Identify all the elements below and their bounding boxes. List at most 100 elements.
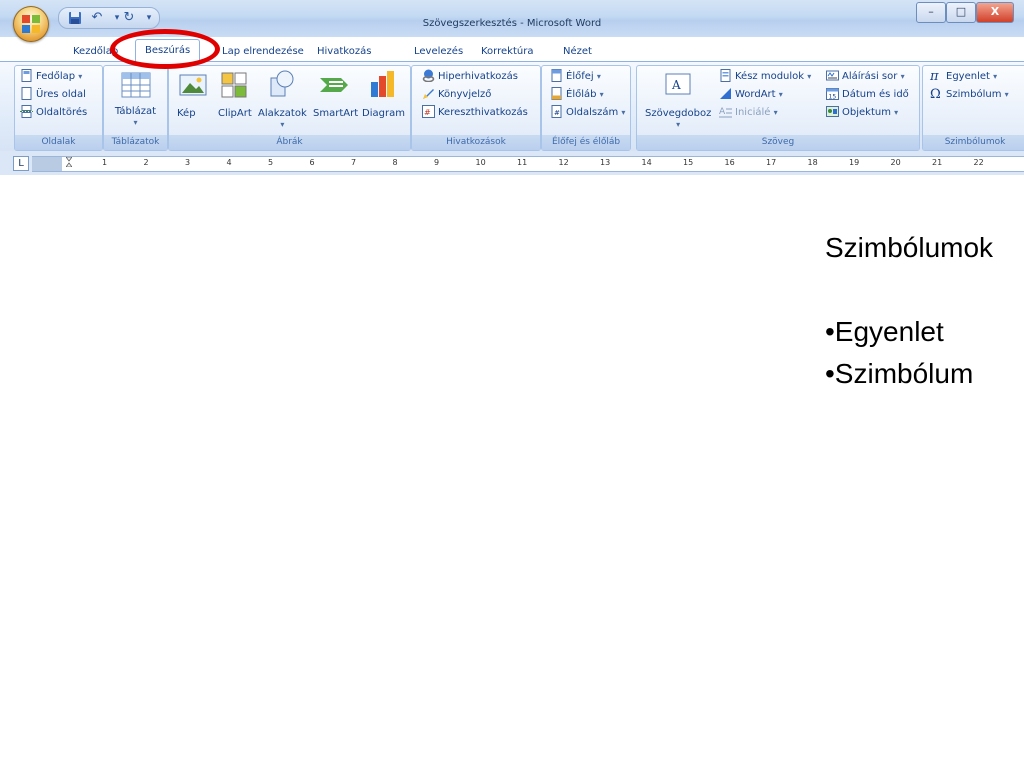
group-hivatkozasok: Hiperhivatkozás Könyvjelző # Kereszthivat…: [411, 65, 541, 151]
clipart-button[interactable]: ClipArt: [218, 108, 252, 119]
group-label-szoveg: Szöveg: [637, 135, 919, 150]
svg-text:#: #: [424, 108, 431, 117]
diagram-button[interactable]: Diagram: [362, 108, 405, 119]
oldaltores-label: Oldaltörés: [36, 107, 88, 118]
tab-levelezes[interactable]: Levelezés: [414, 43, 463, 61]
group-label-hivatkozasok: Hivatkozások: [412, 135, 540, 150]
smartart-button[interactable]: SmartArt: [313, 108, 358, 119]
ruler-tick-label: 13: [600, 158, 611, 167]
konyvjelzo-button[interactable]: Könyvjelző: [422, 87, 491, 103]
datum-es-ido-button[interactable]: 15 Dátum és idő: [826, 87, 909, 103]
omega-icon: Ω: [930, 86, 941, 102]
tab-korrektura[interactable]: Korrektúra: [481, 43, 533, 61]
ruler-tick-label: 20: [890, 158, 901, 167]
ruler-tick-label: 15: [683, 158, 694, 167]
egyenlet-button[interactable]: π Egyenlet ▾: [930, 69, 997, 85]
tab-lap-elrendezese[interactable]: Lap elrendezése: [222, 43, 304, 61]
group-tablazatok: Táblázat ▾ Táblázatok: [103, 65, 168, 151]
chart-icon[interactable]: [369, 70, 397, 98]
ribbon: Fedőlap ▾ Üres oldal Oldaltörés Oldalak …: [0, 61, 1024, 151]
ruler-tick-label: 3: [185, 158, 191, 167]
customize-qat-icon[interactable]: ▾: [141, 10, 157, 26]
object-icon: [826, 105, 839, 117]
ruler-tick-label: 8: [392, 158, 398, 167]
kep-button[interactable]: Kép: [177, 108, 196, 119]
ures-oldal-button[interactable]: Üres oldal: [20, 86, 86, 103]
group-szoveg: A Szövegdoboz ▾ Kész modulok ▾ WordArt ▾ …: [636, 65, 920, 151]
clipart-icon[interactable]: [221, 72, 247, 98]
oldalszam-button[interactable]: # Oldalszám ▾: [550, 104, 625, 121]
picture-icon[interactable]: [179, 74, 207, 96]
szovegdoboz-label: Szövegdoboz: [645, 108, 712, 119]
oldalszam-label: Oldalszám: [566, 107, 619, 118]
calendar-icon: 15: [826, 87, 839, 100]
kereszthivatkozas-label: Kereszthivatkozás: [438, 107, 528, 118]
signature-line-icon: [826, 70, 839, 80]
tab-selector[interactable]: L: [13, 156, 29, 171]
ruler-tick-label: 4: [226, 158, 232, 167]
ruler-tick-label: 19: [849, 158, 860, 167]
close-button[interactable]: X: [976, 2, 1014, 23]
alakzatok-button[interactable]: Alakzatok ▾: [258, 108, 307, 130]
tab-hivatkozas[interactable]: Hivatkozás: [317, 43, 371, 61]
text-box-icon[interactable]: A: [665, 73, 691, 95]
group-label-oldalak: Oldalak: [15, 135, 102, 150]
alairasi-sor-button[interactable]: Aláírási sor ▾: [826, 69, 905, 85]
group-elofej-eloláb: Élőfej ▾ Élőláb ▾ # Oldalszám ▾ Élőfej és…: [541, 65, 631, 151]
ruler-tick-label: 18: [807, 158, 818, 167]
table-icon[interactable]: [121, 72, 151, 98]
footer-icon: [551, 86, 562, 100]
bullet-item: •Szimbólum: [825, 358, 974, 389]
indent-marker-icon[interactable]: [66, 157, 72, 167]
save-icon[interactable]: [67, 10, 83, 26]
kesz-modulok-button[interactable]: Kész modulok ▾: [719, 68, 811, 85]
ruler-tick-label: 6: [309, 158, 315, 167]
objektum-button[interactable]: Objektum ▾: [826, 105, 898, 121]
undo-icon[interactable]: ↶: [89, 10, 105, 26]
szimbolum-button[interactable]: Ω Szimbólum ▾: [930, 87, 1009, 103]
elolab-button[interactable]: Élőláb ▾: [550, 86, 604, 103]
iniciale-button[interactable]: A Iniciálé ▾: [719, 105, 778, 121]
elolab-label: Élőláb: [566, 89, 597, 100]
elofej-button[interactable]: Élőfej ▾: [550, 68, 601, 85]
ruler-tick-label: 10: [475, 158, 486, 167]
ruler-tick-label: 5: [268, 158, 274, 167]
svg-text:15: 15: [829, 93, 837, 100]
office-logo-icon: [22, 15, 40, 33]
elofej-label: Élőfej: [566, 71, 594, 82]
hyperlink-icon: [422, 69, 435, 82]
group-label-elofej: Élőfej és élőláb: [542, 135, 630, 150]
wordart-button[interactable]: WordArt ▾: [719, 87, 783, 103]
horizontal-ruler[interactable]: 1 2 3 4 5 6 7 8 9 10 11 12 13 14 15 16 17 18 19 20 21 22: [32, 156, 1024, 172]
fedolap-button[interactable]: Fedőlap ▾: [20, 68, 82, 85]
tab-nezet[interactable]: Nézet: [563, 43, 592, 61]
ruler-tick-label: 22: [973, 158, 984, 167]
slide-title: Szimbólumok: [825, 232, 994, 263]
ruler-margin: [32, 157, 62, 171]
group-szimbolumok: π Egyenlet ▾ Ω Szimbólum ▾ Szimbólumok: [922, 65, 1024, 151]
oldaltores-button[interactable]: Oldaltörés: [20, 104, 88, 121]
iniciale-label: Iniciálé: [735, 107, 771, 118]
office-button[interactable]: [13, 6, 49, 42]
ruler-tick-label: 16: [724, 158, 735, 167]
ruler-tick-label: 12: [558, 158, 569, 167]
redo-icon[interactable]: ↻: [121, 10, 137, 26]
maximize-button[interactable]: □: [946, 2, 976, 23]
ures-oldal-label: Üres oldal: [36, 89, 86, 100]
ruler-tick-label: 2: [143, 158, 149, 167]
smartart-icon[interactable]: [319, 74, 349, 96]
word-screenshot: Szövegszerkesztés - Microsoft Word ↶ ▾ ↻…: [0, 0, 1024, 180]
wordart-icon: [720, 87, 731, 99]
minimize-button[interactable]: –: [916, 2, 946, 23]
tablazat-button[interactable]: Táblázat ▾: [104, 106, 167, 128]
svg-text:A: A: [671, 78, 681, 92]
group-abrak: Kép ClipArt Alakzatok ▾ SmartArt Diagram …: [168, 65, 411, 151]
hiperhivatkozas-button[interactable]: Hiperhivatkozás: [422, 69, 518, 85]
header-icon: [551, 68, 562, 82]
kereszthivatkozas-button[interactable]: # Kereszthivatkozás: [422, 104, 528, 121]
kesz-modulok-label: Kész modulok: [735, 71, 805, 82]
bullet-list: •Egyenlet •Szimbólum: [825, 311, 973, 395]
objektum-label: Objektum: [842, 107, 891, 118]
shapes-icon[interactable]: [269, 70, 295, 98]
szovegdoboz-button[interactable]: Szövegdoboz ▾: [645, 108, 711, 130]
